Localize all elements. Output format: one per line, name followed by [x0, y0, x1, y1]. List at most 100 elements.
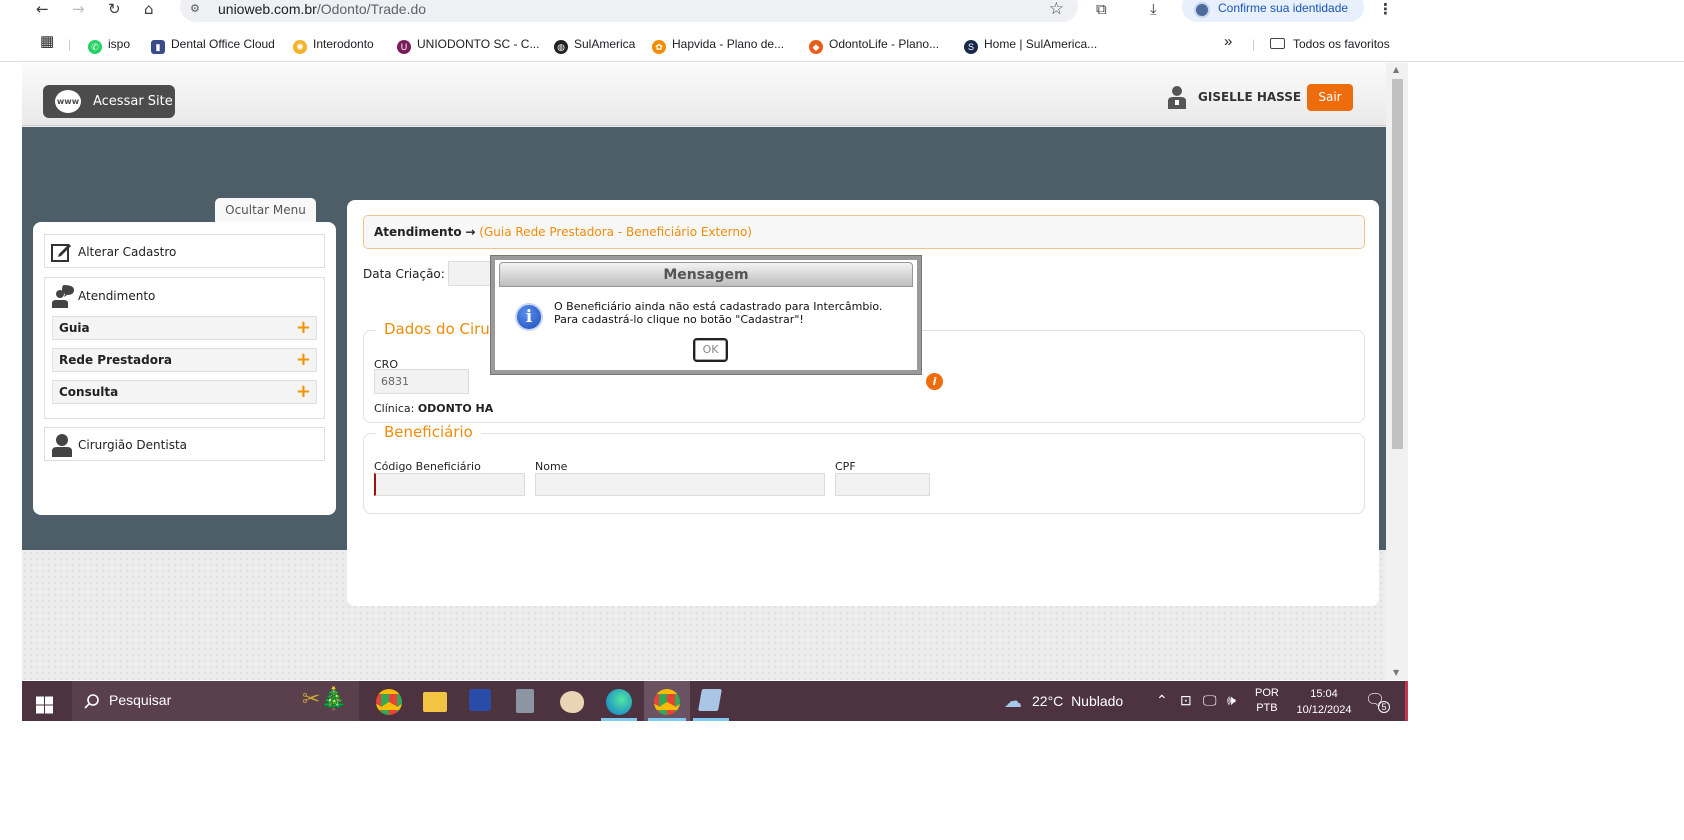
- logout-button[interactable]: Sair: [1307, 84, 1353, 111]
- paint-icon[interactable]: [560, 691, 584, 713]
- cloud-icon[interactable]: ☁: [1004, 691, 1022, 712]
- bookmark-dental-office-cloud[interactable]: ▮ Dental Office Cloud: [151, 35, 275, 54]
- weather-temp[interactable]: 22°C Nublado: [1032, 693, 1123, 709]
- divider: |: [68, 37, 72, 51]
- codigo-beneficiario-label: Código Beneficiário: [374, 460, 481, 473]
- sidebar-item-cirurgiao-dentista[interactable]: Cirurgião Dentista: [44, 427, 325, 461]
- download-icon[interactable]: ⤓: [1150, 0, 1157, 18]
- scrollbar[interactable]: ▲ ▼: [1386, 63, 1408, 680]
- edge-icon[interactable]: [606, 689, 632, 715]
- expand-plus-icon[interactable]: +: [296, 381, 311, 403]
- cro-field[interactable]: 6831: [374, 369, 469, 394]
- bookmark-star-icon[interactable]: ☆: [1049, 0, 1064, 19]
- scroll-down-icon[interactable]: ▼: [1393, 668, 1399, 677]
- attendant-icon: [52, 285, 74, 308]
- active-app-indicator: [648, 718, 686, 721]
- whatsapp-icon: ✆: [88, 40, 102, 54]
- scroll-up-icon[interactable]: ▲: [1393, 65, 1399, 74]
- sidebar-item-alterar-cadastro[interactable]: Alterar Cadastro: [44, 234, 325, 268]
- folder-icon: [1270, 38, 1285, 49]
- active-app-indicator: [601, 718, 637, 721]
- chevron-up-icon[interactable]: ⌃: [1156, 692, 1168, 709]
- info-icon[interactable]: i: [926, 373, 943, 390]
- site-info-icon[interactable]: ⚙: [190, 2, 200, 15]
- url-text[interactable]: unioweb.com.br/Odonto/Trade.do: [218, 1, 426, 17]
- taskbar: Pesquisar ✂🎄 ☁ 22°C Nublado ⌃ ⊡ 🖵 🕪 POR P…: [22, 681, 1408, 721]
- scroll-thumb[interactable]: [1392, 79, 1403, 449]
- taskbar-search[interactable]: Pesquisar ✂🎄: [72, 681, 359, 721]
- dentist-icon: [52, 434, 72, 457]
- info-icon: i: [515, 303, 543, 331]
- file-explorer-icon[interactable]: [423, 692, 447, 712]
- notepad-icon[interactable]: [698, 689, 722, 711]
- monitor-icon[interactable]: 🖵: [1203, 692, 1217, 709]
- beneficiario-fieldset: Beneficiário Código Beneficiário Nome CP…: [363, 423, 1365, 514]
- back-icon[interactable]: ←: [36, 0, 49, 18]
- breadcrumb-sub: (Guia Rede Prestadora - Beneficiário Ext…: [479, 225, 752, 239]
- sidebar-item-label: Cirurgião Dentista: [78, 438, 188, 452]
- reload-icon[interactable]: ↻: [108, 0, 121, 18]
- menu-icon[interactable]: ⋮: [1378, 0, 1393, 18]
- codigo-beneficiario-field[interactable]: [374, 473, 525, 496]
- address-bar[interactable]: ⚙ unioweb.com.br/Odonto/Trade.do ☆: [180, 0, 1078, 22]
- breadcrumb-main: Atendimento: [374, 225, 462, 239]
- bookmarks-overflow-button[interactable]: »: [1224, 33, 1232, 51]
- bookmarks-bar: ▦ | ✆ ispo ▮ Dental Office Cloud ✺ Interodo…: [0, 26, 1684, 62]
- www-icon: www: [55, 90, 81, 113]
- expand-plus-icon[interactable]: +: [296, 317, 311, 339]
- language-indicator[interactable]: POR PTB: [1255, 686, 1279, 716]
- sidebar-item-label: Alterar Cadastro: [78, 245, 177, 259]
- profile-button[interactable]: Confirme sua identidade: [1182, 0, 1364, 22]
- clinica-label: Clínica:: [374, 402, 415, 415]
- bookmark-sulamerica[interactable]: ◍ SulAmerica: [554, 35, 635, 54]
- nome-field[interactable]: [535, 473, 825, 496]
- acessar-site-button[interactable]: www Acessar Site: [43, 85, 175, 118]
- acessar-site-label: Acessar Site: [93, 94, 173, 109]
- windows-start-icon[interactable]: [36, 693, 53, 717]
- bookmark-home-sulamerica[interactable]: S Home | SulAmerica...: [964, 35, 1097, 54]
- bookmark-uniodonto[interactable]: U UNIODONTO SC - C...: [397, 35, 539, 54]
- profile-label: Confirme sua identidade: [1218, 1, 1349, 15]
- data-criacao-label: Data Criação:: [363, 267, 445, 281]
- breadcrumb-arrow: →: [465, 225, 476, 239]
- sidebar-subitem-guia[interactable]: Guia +: [52, 316, 317, 340]
- ok-button[interactable]: OK: [693, 338, 728, 362]
- network-icon[interactable]: ⊡: [1180, 692, 1192, 709]
- app-icon[interactable]: [469, 689, 491, 711]
- beneficiario-legend: Beneficiário: [376, 423, 481, 441]
- user-icon: [1168, 86, 1186, 109]
- cpf-field[interactable]: [835, 473, 930, 496]
- bookmark-hapvida[interactable]: ✿ Hapvida - Plano de...: [652, 35, 784, 54]
- apps-icon[interactable]: ▦: [40, 33, 54, 51]
- forward-icon[interactable]: →: [72, 0, 85, 18]
- user-name: GISELLE HASSE: [1198, 90, 1302, 104]
- cpf-label: CPF: [835, 460, 856, 473]
- home-icon[interactable]: ⌂: [144, 0, 154, 18]
- chrome-icon[interactable]: [376, 689, 402, 715]
- extensions-icon[interactable]: ⧉: [1096, 0, 1107, 18]
- bookmark-interodonto[interactable]: ✺ Interodonto: [293, 35, 374, 54]
- edit-icon: [51, 244, 71, 262]
- browser-toolbar: ← → ↻ ⌂ ⚙ unioweb.com.br/Odonto/Trade.do…: [0, 0, 1684, 26]
- site-header: www Acessar Site GISELLE HASSE Sair: [22, 63, 1388, 126]
- sidebar-subitem-rede-prestadora[interactable]: Rede Prestadora +: [52, 348, 317, 372]
- search-highlight-icon: ✂🎄: [302, 687, 348, 712]
- expand-plus-icon[interactable]: +: [296, 349, 311, 371]
- clock[interactable]: 15:04 10/12/2024: [1294, 686, 1354, 718]
- chrome-active-icon[interactable]: [654, 689, 680, 715]
- message-dialog: Mensagem i O Beneficiário ainda não está…: [491, 256, 921, 374]
- all-bookmarks-folder[interactable]: Todos os favoritos: [1270, 35, 1390, 53]
- bookmark-odontolife[interactable]: ◆ OdontoLife - Plano...: [809, 35, 939, 54]
- sidebar-item-label[interactable]: Atendimento: [78, 289, 155, 303]
- volume-icon[interactable]: 🕪: [1227, 692, 1236, 709]
- clinica-value: ODONTO HA: [417, 402, 494, 415]
- subitem-label: Rede Prestadora: [59, 353, 172, 367]
- subitem-label: Consulta: [59, 385, 119, 399]
- hide-menu-tab[interactable]: Ocultar Menu: [215, 198, 316, 222]
- bookmark-ispo[interactable]: ✆ ispo: [88, 35, 130, 54]
- dialog-title: Mensagem: [499, 262, 913, 287]
- calculator-icon[interactable]: [516, 689, 534, 713]
- sidebar-subitem-consulta[interactable]: Consulta +: [52, 380, 317, 404]
- hapvida-icon: ✿: [652, 40, 666, 54]
- show-desktop-strip[interactable]: [1405, 681, 1408, 721]
